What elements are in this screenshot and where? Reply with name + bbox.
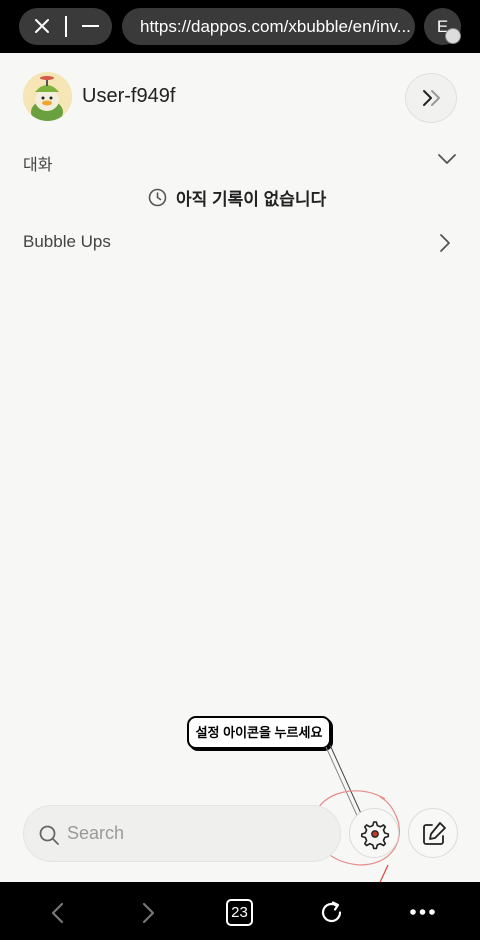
minimize-icon[interactable]	[82, 25, 99, 27]
forward-arrow-icon[interactable]	[138, 901, 158, 925]
reload-icon[interactable]	[318, 899, 345, 926]
back-arrow-icon[interactable]	[48, 901, 68, 925]
new-chat-button[interactable]	[408, 808, 458, 858]
search-placeholder: Search	[67, 823, 125, 843]
browser-window-controls	[19, 8, 112, 45]
tutorial-pointer	[312, 744, 400, 882]
browser-bottom-bar: 23	[0, 882, 480, 940]
tab-count-button[interactable]: 23	[226, 899, 253, 926]
extension-badge-icon	[445, 28, 461, 44]
edit-icon	[423, 822, 446, 845]
settings-button[interactable]	[349, 808, 399, 858]
sidebar-panel: User-f949f 대화 아직 기록이 없습니다 Bubble Ups 설정 …	[0, 53, 480, 882]
url-bar[interactable]: https://dappos.com/xbubble/en/inv...	[122, 8, 415, 45]
browser-top-bar: https://dappos.com/xbubble/en/inv... E	[0, 0, 480, 53]
gear-icon	[360, 821, 390, 850]
search-input[interactable]: Search	[23, 805, 341, 862]
search-icon	[39, 825, 59, 845]
divider	[65, 16, 67, 37]
close-icon[interactable]	[33, 17, 51, 35]
highlight-stroke	[379, 864, 389, 882]
more-dots-icon[interactable]	[409, 908, 436, 916]
